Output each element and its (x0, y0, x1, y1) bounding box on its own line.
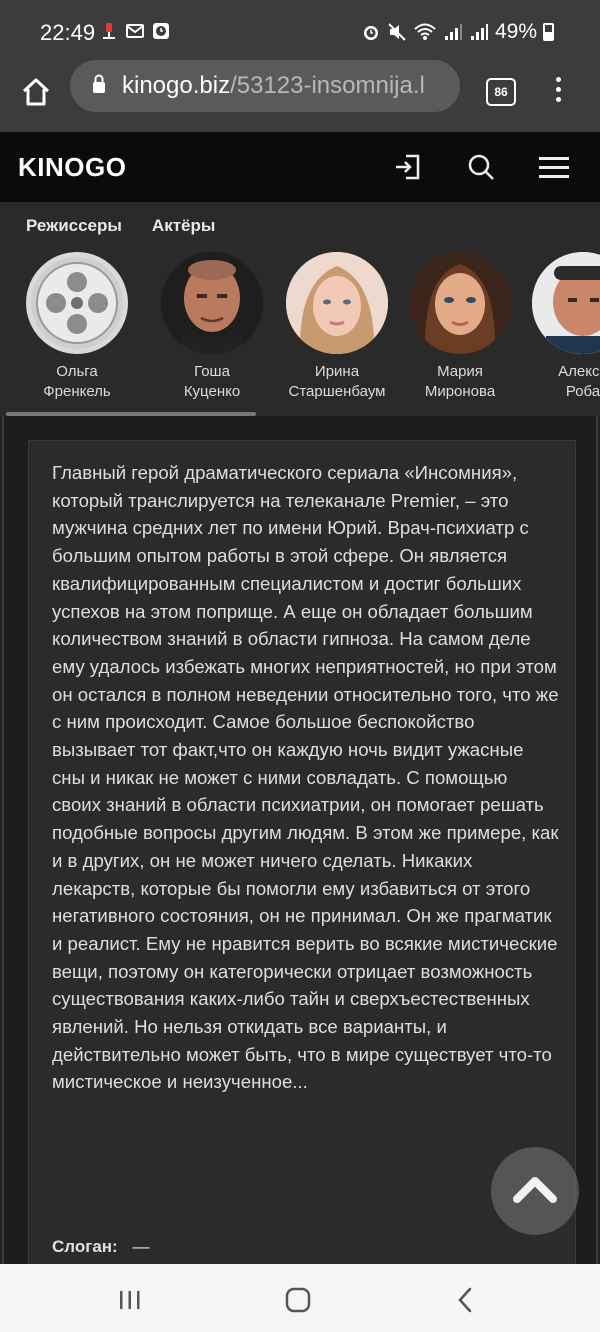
battery-percent: 49% (494, 20, 537, 43)
person-card[interactable]: Мария Миронова (400, 252, 520, 402)
person-name: Гоша Куценко (183, 363, 241, 400)
site-logo[interactable]: KINOGO (18, 152, 126, 183)
directors-heading: Режиссеры (26, 216, 122, 235)
actors-heading: Актёры (151, 216, 216, 235)
recent-apps-icon[interactable] (116, 1286, 144, 1314)
signal-icon-2 (470, 24, 488, 40)
person-name: Ирина Старшенбаум (288, 363, 386, 400)
system-nav-bar (0, 1264, 600, 1332)
slogan-label: Слоган: (52, 1237, 118, 1256)
browser-menu-icon[interactable] (552, 74, 564, 106)
browser-toolbar: kinogo.biz/53123-insomnija.l 86 (0, 60, 600, 132)
hamburger-menu-icon[interactable] (538, 151, 570, 183)
lock-icon (93, 74, 105, 93)
avatar (26, 252, 128, 354)
description-text: Главный герой драматического сериала «Ин… (52, 462, 559, 1093)
cast-headings: Режиссеры Актёры (26, 216, 215, 236)
address-bar[interactable]: kinogo.biz/53123-insomnija.l (70, 60, 460, 112)
person-card[interactable]: Ольга Френкель (17, 252, 137, 402)
avatar (161, 252, 263, 354)
cast-strip: Режиссеры Актёры Ольга Френкель Гоша Куц… (0, 202, 600, 416)
person-photo (532, 252, 600, 354)
person-name: Мария Миронова (424, 363, 496, 400)
status-time: 22:49 (40, 20, 96, 45)
home-nav-icon[interactable] (284, 1286, 312, 1314)
avatar (286, 252, 388, 354)
wifi-icon (414, 23, 436, 40)
person-photo (409, 252, 511, 354)
person-photo (161, 252, 263, 354)
battery-icon (543, 23, 554, 41)
person-name: Ольга Френкель (43, 363, 111, 400)
home-icon[interactable] (20, 76, 52, 108)
person-card[interactable]: АлексаРоба (523, 252, 600, 402)
alarm-icon (363, 26, 378, 40)
url-text: kinogo.biz/53123-insomnija.l (122, 72, 425, 100)
notification-icons (100, 22, 170, 40)
person-name: АлексаРоба (558, 363, 600, 400)
search-icon[interactable] (465, 151, 497, 183)
person-card[interactable]: Гоша Куценко (152, 252, 272, 402)
status-bar: 22:49 49% (0, 0, 600, 66)
content-frame: Главный герой драматического сериала «Ин… (2, 416, 598, 1290)
pin-notification-icon (103, 23, 115, 39)
tab-switcher-button[interactable]: 86 (486, 78, 516, 106)
chevron-up-icon (513, 1177, 557, 1203)
url-host: kinogo.biz (122, 72, 231, 99)
back-icon[interactable] (452, 1286, 480, 1314)
site-header: KINOGO (0, 132, 600, 202)
person-photo (286, 252, 388, 354)
avatar (532, 252, 600, 354)
status-right: 49% (361, 20, 554, 44)
url-path: /53123-insomnija.l (230, 72, 425, 99)
scroll-to-top-button[interactable] (491, 1147, 579, 1235)
slogan-value: — (132, 1237, 150, 1256)
avatar (409, 252, 511, 354)
slogan-row: Слоган: — (52, 1237, 149, 1257)
login-icon[interactable] (392, 151, 424, 183)
mail-notification-icon (126, 24, 144, 38)
mute-icon (388, 23, 406, 41)
clock-notification-icon (153, 23, 169, 39)
person-card[interactable]: Ирина Старшенбаум (277, 252, 397, 402)
film-reel-icon (31, 257, 123, 349)
signal-icon-1 (444, 24, 462, 40)
